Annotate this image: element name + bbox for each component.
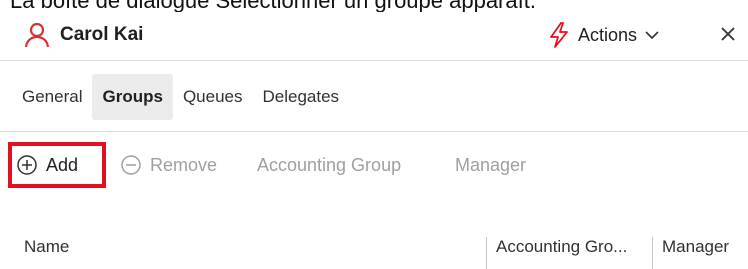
add-label: Add (46, 154, 79, 175)
column-header-manager[interactable]: Manager (662, 237, 729, 269)
header-divider (0, 60, 748, 61)
chevron-down-icon (645, 31, 659, 40)
actions-menu-button[interactable]: Actions (548, 20, 660, 50)
manager-label: Manager (455, 154, 527, 175)
user-icon (24, 22, 50, 48)
tab-general[interactable]: General (12, 74, 92, 120)
add-button[interactable]: Add (8, 142, 106, 188)
column-separator[interactable] (486, 237, 487, 269)
lightning-icon (550, 22, 568, 48)
column-header-name[interactable]: Name (24, 237, 69, 269)
caption-text: La boîte de dialogue Sélectionner un gro… (10, 0, 536, 12)
dialog-header: Carol Kai Actions (0, 12, 748, 60)
manager-button[interactable]: Manager (455, 142, 526, 188)
tab-delegates[interactable]: Delegates (252, 74, 349, 120)
close-icon[interactable] (716, 22, 740, 46)
tab-bar: General Groups Queues Delegates (12, 74, 349, 120)
remove-circle-icon (121, 155, 141, 175)
tabs-divider (0, 131, 748, 132)
accounting-group-label: Accounting Group (257, 154, 402, 175)
accounting-group-button[interactable]: Accounting Group (257, 142, 401, 188)
add-circle-icon (17, 155, 37, 175)
user-name: Carol Kai (60, 24, 144, 45)
column-separator[interactable] (652, 237, 653, 269)
remove-label: Remove (150, 154, 218, 175)
remove-button[interactable]: Remove (120, 142, 217, 188)
column-header-accounting-group[interactable]: Accounting Gro... (496, 237, 627, 269)
tab-groups[interactable]: Groups (92, 74, 173, 120)
actions-label: Actions (578, 24, 638, 45)
tab-queues[interactable]: Queues (173, 74, 253, 120)
toolbar: Add Remove Accounting Group Manager (8, 142, 748, 192)
